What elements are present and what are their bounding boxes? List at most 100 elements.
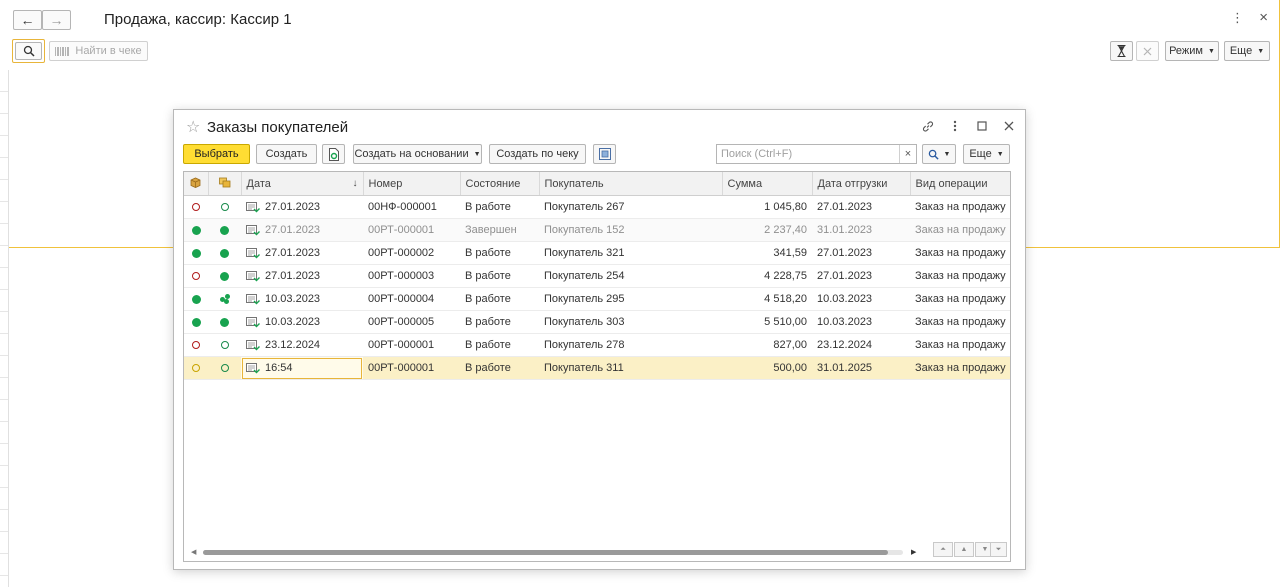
sum-cell[interactable]: 341,59 bbox=[722, 241, 812, 265]
copy-button[interactable] bbox=[322, 144, 345, 164]
search-input[interactable] bbox=[717, 146, 899, 162]
ship-date-cell[interactable]: 23.12.2024 bbox=[812, 333, 910, 357]
cancel-button[interactable] bbox=[1136, 41, 1159, 61]
sum-cell[interactable]: 4 228,75 bbox=[722, 264, 812, 288]
operation-cell[interactable]: Заказ на продажу bbox=[910, 333, 1010, 357]
more-actions-icon[interactable]: ⋮ bbox=[1231, 11, 1244, 25]
find-in-receipt-button[interactable]: Найти в чеке bbox=[49, 41, 148, 61]
ship-date-cell[interactable]: 27.01.2023 bbox=[812, 264, 910, 288]
horizontal-scrollbar[interactable]: ◀ ▶ bbox=[191, 548, 921, 557]
dialog-more-dropdown[interactable]: Еще ▼ bbox=[963, 144, 1010, 164]
customer-cell[interactable]: Покупатель 278 bbox=[539, 333, 722, 357]
sum-cell[interactable]: 5 510,00 bbox=[722, 310, 812, 334]
number-cell[interactable]: 00РТ-000005 bbox=[363, 310, 460, 334]
scroll-thumb[interactable] bbox=[203, 550, 888, 555]
column-header-customer[interactable]: Покупатель bbox=[539, 172, 723, 196]
state-cell[interactable]: В работе bbox=[460, 264, 539, 288]
operation-cell[interactable]: Заказ на продажу bbox=[910, 195, 1010, 219]
table-row[interactable]: 10.03.2023 00РТ-000004 В работе Покупатель … bbox=[184, 287, 1010, 311]
table-row[interactable]: 27.01.2023 00РТ-000002 В работе Покупатель … bbox=[184, 241, 1010, 265]
operation-cell[interactable]: Заказ на продажу bbox=[910, 356, 1010, 380]
ship-date-cell[interactable]: 31.01.2025 bbox=[812, 356, 910, 380]
customer-cell[interactable]: Покупатель 295 bbox=[539, 287, 722, 311]
clear-search-button[interactable]: × bbox=[899, 145, 916, 163]
table-row[interactable]: 10.03.2023 00РТ-000005 В работе Покупатель … bbox=[184, 310, 1010, 334]
column-header-shipped[interactable] bbox=[184, 172, 209, 196]
column-header-number[interactable]: Номер bbox=[363, 172, 461, 196]
go-to-first-button[interactable]: ⏶ bbox=[933, 542, 953, 557]
ship-date-cell[interactable]: 10.03.2023 bbox=[812, 310, 910, 334]
scroll-right-icon[interactable]: ▶ bbox=[911, 548, 916, 556]
number-cell[interactable]: 00НФ-000001 bbox=[363, 195, 460, 219]
main-more-dropdown[interactable]: Еще ▼ bbox=[1224, 41, 1270, 61]
operation-cell[interactable]: Заказ на продажу bbox=[910, 310, 1010, 334]
customer-cell[interactable]: Покупатель 267 bbox=[539, 195, 722, 219]
number-cell[interactable]: 00РТ-000004 bbox=[363, 287, 460, 311]
scroll-left-icon[interactable]: ◀ bbox=[191, 548, 196, 556]
column-header-operation[interactable]: Вид операции bbox=[910, 172, 1010, 196]
date-cell[interactable]: 27.01.2023 bbox=[241, 241, 363, 265]
go-to-last-button[interactable]: ⏷ bbox=[990, 542, 1007, 557]
customer-cell[interactable]: Покупатель 303 bbox=[539, 310, 722, 334]
link-icon[interactable] bbox=[922, 119, 934, 133]
operation-cell[interactable]: Заказ на продажу bbox=[910, 218, 1010, 242]
state-cell[interactable]: В работе bbox=[460, 356, 539, 380]
date-cell[interactable]: 10.03.2023 bbox=[241, 287, 363, 311]
table-row[interactable]: 16:54 00РТ-000001 В работе Покупатель 311 50… bbox=[184, 356, 1010, 380]
create-by-receipt-button[interactable]: Создать по чеку bbox=[489, 144, 586, 164]
number-cell[interactable]: 00РТ-000001 bbox=[363, 333, 460, 357]
close-icon[interactable] bbox=[1003, 119, 1015, 133]
customer-cell[interactable]: Покупатель 254 bbox=[539, 264, 722, 288]
operation-cell[interactable]: Заказ на продажу bbox=[910, 287, 1010, 311]
state-cell[interactable]: В работе bbox=[460, 310, 539, 334]
structure-button[interactable] bbox=[593, 144, 616, 164]
search-options-dropdown[interactable]: ▼ bbox=[922, 144, 956, 164]
customer-cell[interactable]: Покупатель 321 bbox=[539, 241, 722, 265]
operation-cell[interactable]: Заказ на продажу bbox=[910, 264, 1010, 288]
state-cell[interactable]: В работе bbox=[460, 241, 539, 265]
sum-cell[interactable]: 1 045,80 bbox=[722, 195, 812, 219]
sum-cell[interactable]: 2 237,40 bbox=[722, 218, 812, 242]
state-cell[interactable]: Завершен bbox=[460, 218, 539, 242]
state-cell[interactable]: В работе bbox=[460, 333, 539, 357]
table-row[interactable]: 23.12.2024 00РТ-000001 В работе Покупатель … bbox=[184, 333, 1010, 357]
date-cell[interactable]: 23.12.2024 bbox=[241, 333, 363, 357]
state-cell[interactable]: В работе bbox=[460, 287, 539, 311]
column-header-date[interactable]: Дата ↓ bbox=[241, 172, 364, 196]
ship-date-cell[interactable]: 27.01.2023 bbox=[812, 195, 910, 219]
column-header-ship-date[interactable]: Дата отгрузки bbox=[812, 172, 911, 196]
select-button[interactable]: Выбрать bbox=[183, 144, 250, 164]
number-cell[interactable]: 00РТ-000001 bbox=[363, 356, 460, 380]
ship-date-cell[interactable]: 10.03.2023 bbox=[812, 287, 910, 311]
date-cell[interactable]: 27.01.2023 bbox=[241, 218, 363, 242]
hourglass-button[interactable] bbox=[1110, 41, 1133, 61]
star-icon[interactable]: ☆ bbox=[186, 117, 200, 137]
maximize-icon[interactable] bbox=[976, 119, 988, 133]
column-header-state[interactable]: Состояние bbox=[460, 172, 540, 196]
ship-date-cell[interactable]: 31.01.2023 bbox=[812, 218, 910, 242]
main-search-button[interactable] bbox=[12, 39, 45, 63]
forward-button[interactable]: → bbox=[42, 10, 71, 30]
table-row[interactable]: 27.01.2023 00РТ-000001 Завершен Покупатель … bbox=[184, 218, 1010, 242]
ship-date-cell[interactable]: 27.01.2023 bbox=[812, 241, 910, 265]
number-cell[interactable]: 00РТ-000001 bbox=[363, 218, 460, 242]
column-header-paid[interactable] bbox=[208, 172, 242, 196]
number-cell[interactable]: 00РТ-000003 bbox=[363, 264, 460, 288]
state-cell[interactable]: В работе bbox=[460, 195, 539, 219]
page-up-button[interactable]: ▲ bbox=[954, 542, 974, 557]
table-row[interactable]: 27.01.2023 00НФ-000001 В работе Покупатель … bbox=[184, 195, 1010, 219]
operation-cell[interactable]: Заказ на продажу bbox=[910, 241, 1010, 265]
date-cell[interactable]: 27.01.2023 bbox=[241, 195, 363, 219]
column-header-sum[interactable]: Сумма bbox=[722, 172, 813, 196]
close-icon[interactable]: × bbox=[1259, 9, 1268, 26]
mode-dropdown[interactable]: Режим ▼ bbox=[1165, 41, 1219, 61]
number-cell[interactable]: 00РТ-000002 bbox=[363, 241, 460, 265]
create-based-on-dropdown[interactable]: Создать на основании ▼ bbox=[353, 144, 482, 164]
sum-cell[interactable]: 4 518,20 bbox=[722, 287, 812, 311]
customer-cell[interactable]: Покупатель 311 bbox=[539, 356, 722, 380]
date-cell[interactable]: 16:54 bbox=[241, 356, 363, 380]
date-cell[interactable]: 10.03.2023 bbox=[241, 310, 363, 334]
customer-cell[interactable]: Покупатель 152 bbox=[539, 218, 722, 242]
create-button[interactable]: Создать bbox=[256, 144, 317, 164]
back-button[interactable]: ← bbox=[13, 10, 42, 30]
